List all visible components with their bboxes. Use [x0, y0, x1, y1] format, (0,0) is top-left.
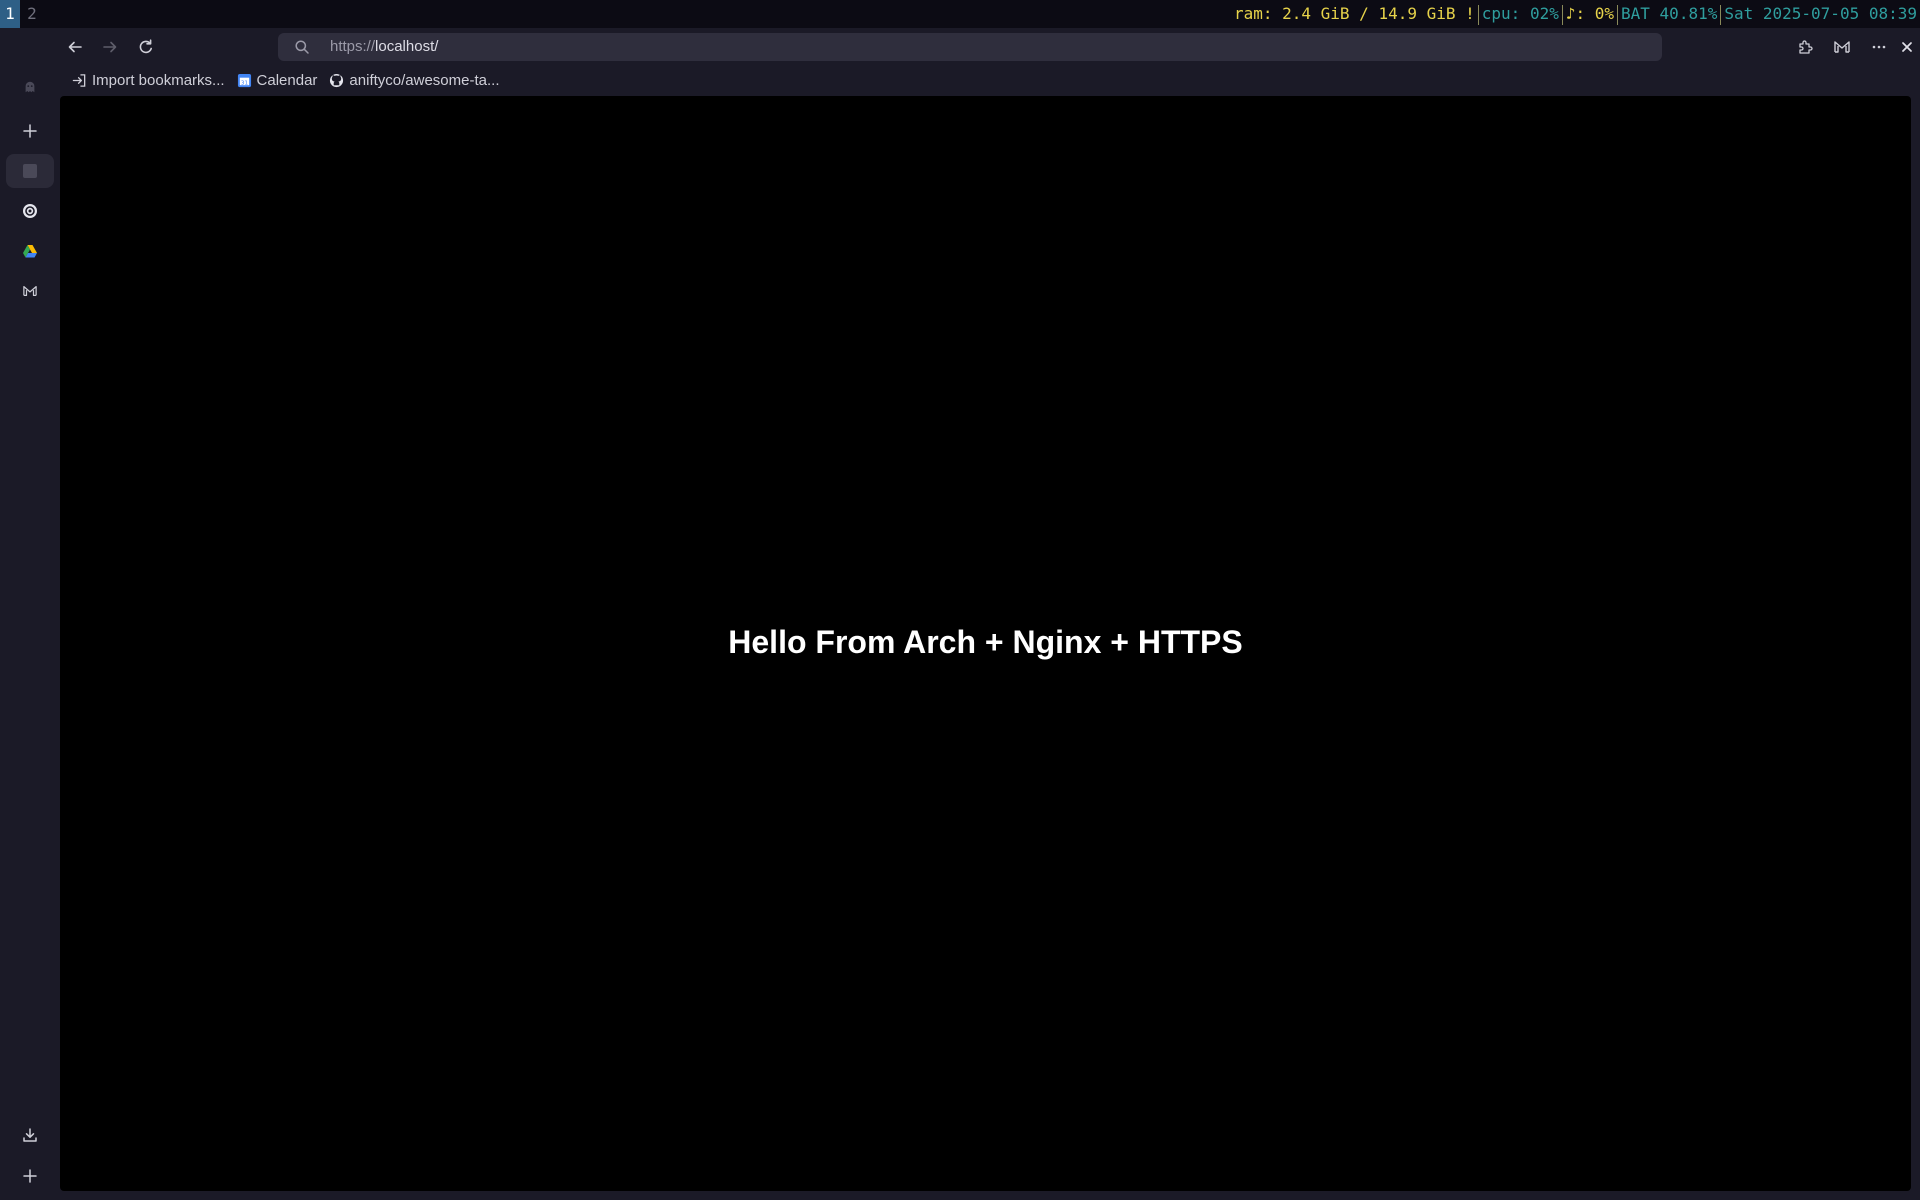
- workspace-1[interactable]: 1: [0, 0, 20, 28]
- volume-level: ♪: 0%: [1565, 4, 1615, 23]
- sidebar-tab-chatgpt[interactable]: [6, 194, 54, 228]
- separator: [1477, 4, 1479, 25]
- clock: Sat 2025-07-05 08:39: [1724, 4, 1917, 23]
- browser-toolbar: https://localhost/: [60, 30, 1920, 64]
- separator: [1617, 4, 1619, 25]
- github-icon: [330, 73, 344, 87]
- add-icon: [23, 1169, 37, 1183]
- bookmark-label: aniftyco/awesome-ta...: [349, 71, 500, 89]
- close-icon: [1902, 42, 1912, 52]
- battery-level: BAT 40.81%: [1621, 4, 1718, 23]
- bookmarks-bar: Import bookmarks... 31 Calendar aniftyco…: [72, 68, 500, 92]
- download-icon: [23, 1128, 37, 1142]
- new-tab-plus-icon: [23, 124, 37, 138]
- close-window-button[interactable]: [1892, 32, 1920, 62]
- import-icon: [72, 73, 86, 87]
- extensions-button[interactable]: [1790, 32, 1820, 62]
- reload-button[interactable]: [131, 32, 161, 62]
- workspace-2[interactable]: 2: [22, 0, 42, 28]
- sidebar-tab-google-drive[interactable]: [6, 234, 54, 268]
- tab-square-icon: [23, 164, 37, 178]
- more-options-icon: [1872, 45, 1886, 49]
- bookmark-github[interactable]: aniftyco/awesome-ta...: [329, 71, 500, 89]
- sidebar-new-tab[interactable]: [6, 114, 54, 148]
- separator: [1720, 4, 1722, 25]
- mail-extension-button[interactable]: [1827, 32, 1857, 62]
- toolbar-right: [1790, 30, 1920, 64]
- back-button[interactable]: [60, 32, 90, 62]
- google-drive-icon: [23, 244, 37, 257]
- bookmark-import[interactable]: Import bookmarks...: [72, 72, 225, 89]
- system-status: ram: 2.4 GiB / 14.9 GiB ! cpu: 02% ♪: 0% BA…: [1234, 0, 1917, 28]
- page-heading: Hello From Arch + Nginx + HTTPS: [728, 624, 1243, 660]
- sidebar: [0, 64, 60, 1200]
- calendar-icon: 31: [237, 73, 251, 87]
- svg-text:31: 31: [240, 80, 248, 86]
- status-bar: 1 2 ram: 2.4 GiB / 14.9 GiB ! cpu: 02% ♪: …: [0, 0, 1920, 28]
- gmail-icon: [23, 286, 37, 296]
- ghost-icon: [25, 81, 35, 93]
- back-arrow-icon: [68, 41, 82, 53]
- web-page-viewport[interactable]: Hello From Arch + Nginx + HTTPS: [60, 96, 1911, 1191]
- sidebar-add-button[interactable]: [6, 1159, 54, 1193]
- sidebar-downloads[interactable]: [6, 1118, 54, 1152]
- forward-arrow-icon: [103, 41, 117, 53]
- sidebar-tab-current[interactable]: [6, 154, 54, 188]
- more-options-button[interactable]: [1864, 32, 1894, 62]
- reload-icon: [139, 39, 152, 54]
- openai-icon: [23, 204, 37, 218]
- sidebar-tab-gmail[interactable]: [6, 274, 54, 308]
- separator: [1561, 4, 1563, 25]
- address-bar[interactable]: https://localhost/: [278, 33, 1662, 61]
- url-text[interactable]: https://localhost/: [330, 33, 438, 61]
- cpu-usage: cpu: 02%: [1481, 4, 1559, 23]
- search-icon: [295, 40, 309, 54]
- mail-icon: [1834, 41, 1850, 53]
- bookmark-label: Import bookmarks...: [92, 71, 225, 89]
- ram-usage: ram: 2.4 GiB / 14.9 GiB !: [1233, 4, 1475, 23]
- url-scheme: https://: [330, 38, 376, 55]
- url-host: localhost/: [375, 38, 439, 55]
- sidebar-ghost[interactable]: [6, 70, 54, 104]
- extensions-icon: [1799, 40, 1813, 54]
- forward-button[interactable]: [95, 32, 125, 62]
- bookmark-label: Calendar: [256, 71, 318, 89]
- bookmark-calendar[interactable]: 31 Calendar: [237, 71, 318, 89]
